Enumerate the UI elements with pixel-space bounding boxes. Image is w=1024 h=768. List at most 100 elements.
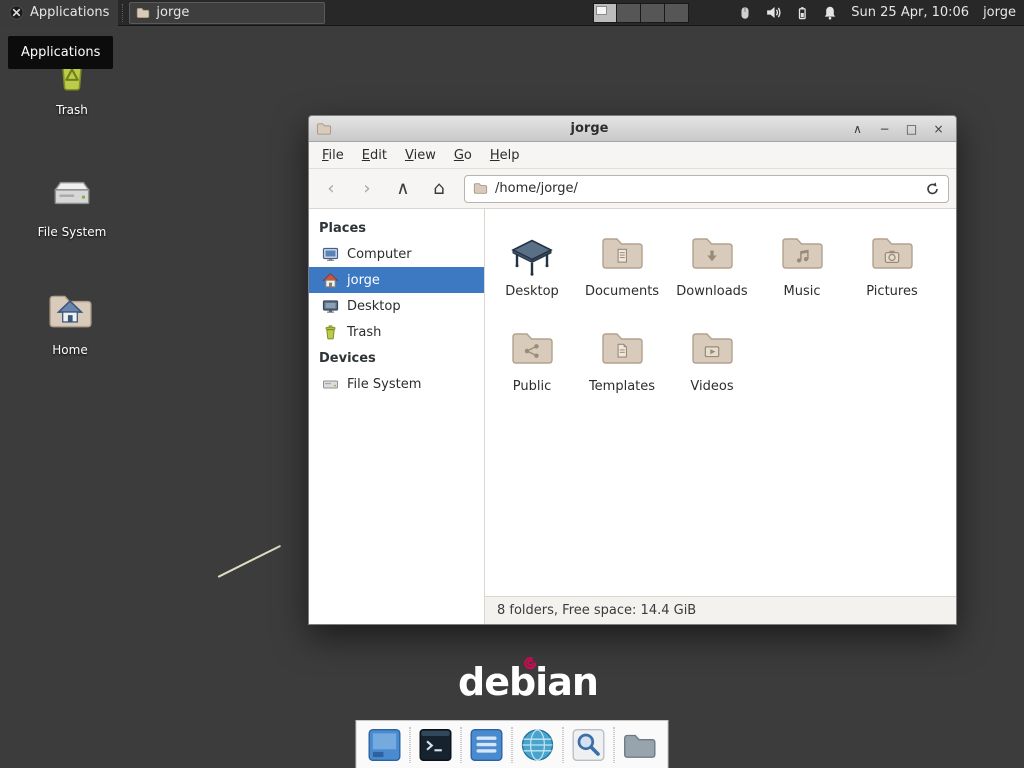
panel-username[interactable]: jorge: [983, 5, 1016, 20]
terminal-icon: [417, 726, 455, 764]
sidebar-item-label: jorge: [347, 273, 380, 288]
applications-menu-label: Applications: [30, 5, 109, 20]
menu-help[interactable]: Help: [481, 143, 529, 168]
volume-icon[interactable]: [765, 4, 782, 21]
desktop-icon-label: Home: [52, 343, 87, 357]
reload-icon[interactable]: [925, 181, 940, 196]
file-item-music[interactable]: Music: [757, 229, 847, 324]
dock-separator: [410, 727, 411, 763]
window-title: jorge: [338, 121, 841, 136]
camera-emblem-icon: [882, 246, 902, 266]
location-bar[interactable]: /home/jorge/: [464, 175, 949, 203]
file-item-pictures[interactable]: Pictures: [847, 229, 937, 324]
file-item-downloads[interactable]: Downloads: [667, 229, 757, 324]
template-emblem-icon: [612, 341, 632, 361]
sidebar-item-label: File System: [347, 377, 421, 392]
window-body: Places Computer jorge Desktop Trash Devi…: [309, 209, 956, 624]
menu-edit[interactable]: Edit: [353, 143, 396, 168]
workspace-window-preview: [596, 6, 607, 15]
menu-file[interactable]: File: [313, 143, 353, 168]
clock[interactable]: Sun 25 Apr, 10:06: [851, 5, 969, 20]
share-emblem-icon: [522, 341, 542, 361]
menu-go[interactable]: Go: [445, 143, 481, 168]
file-label: Desktop: [505, 284, 559, 299]
applications-tooltip: Applications: [8, 36, 113, 69]
desktop-icon-label: Trash: [56, 103, 88, 117]
workspace-2[interactable]: [617, 3, 641, 23]
back-button[interactable]: ‹: [316, 175, 346, 203]
forward-button[interactable]: ›: [352, 175, 382, 203]
file-label: Music: [784, 284, 821, 299]
taskbar-window-title: jorge: [156, 5, 189, 20]
music-note-emblem-icon: [792, 246, 812, 266]
sidebar-item-desktop[interactable]: Desktop: [309, 293, 484, 319]
dock-item-desktop-settings[interactable]: [362, 723, 408, 767]
dock-item-terminal[interactable]: [413, 723, 459, 767]
desktop-icon-filesystem[interactable]: File System: [28, 168, 116, 239]
up-button[interactable]: ∧: [388, 175, 418, 203]
dock-separator: [614, 727, 615, 763]
dock-item-web-browser[interactable]: [515, 723, 561, 767]
titlebar[interactable]: jorge ∧ − □ ×: [309, 116, 956, 142]
app-finder-icon: [570, 726, 608, 764]
sidebar-item-filesystem[interactable]: File System: [309, 371, 484, 397]
user-desktop-icon: [508, 229, 556, 277]
file-item-videos[interactable]: Videos: [667, 324, 757, 419]
panel-separator: [122, 4, 123, 22]
dock-item-settings[interactable]: [464, 723, 510, 767]
sidebar: Places Computer jorge Desktop Trash Devi…: [309, 209, 485, 624]
dock-separator: [512, 727, 513, 763]
bottom-dock: [356, 720, 669, 768]
desktop-icon-home[interactable]: Home: [26, 286, 114, 357]
dock-item-app-finder[interactable]: [566, 723, 612, 767]
location-path[interactable]: /home/jorge/: [495, 181, 918, 196]
file-label: Videos: [690, 379, 733, 394]
workspace-switcher: [593, 3, 689, 23]
file-label: Public: [513, 379, 551, 394]
sidebar-item-computer[interactable]: Computer: [309, 241, 484, 267]
menu-view[interactable]: View: [396, 143, 445, 168]
close-button[interactable]: ×: [928, 118, 949, 139]
download-arrow-emblem-icon: [702, 246, 722, 266]
file-manager-icon: [621, 726, 659, 764]
input-mouse-icon[interactable]: [737, 5, 753, 21]
taskbar-window-button[interactable]: jorge: [129, 2, 325, 24]
applications-menu-button[interactable]: Applications: [0, 0, 118, 26]
file-item-documents[interactable]: Documents: [577, 229, 667, 324]
file-label: Templates: [589, 379, 655, 394]
document-emblem-icon: [612, 246, 632, 266]
computer-icon: [322, 246, 339, 263]
workspace-4[interactable]: [665, 3, 689, 23]
workspace-3[interactable]: [641, 3, 665, 23]
home-folder-icon: [45, 286, 95, 336]
drive-icon: [47, 168, 97, 218]
drive-icon: [322, 376, 339, 393]
window-folder-icon: [316, 121, 332, 137]
battery-icon[interactable]: [794, 5, 810, 21]
workspace-1[interactable]: [593, 3, 617, 23]
sidebar-header-devices: Devices: [309, 345, 484, 371]
sidebar-item-jorge[interactable]: jorge: [309, 267, 484, 293]
stray-line-artifact: [218, 545, 282, 578]
desktop-settings-icon: [366, 726, 404, 764]
file-item-templates[interactable]: Templates: [577, 324, 667, 419]
file-label: Pictures: [866, 284, 917, 299]
app-settings-icon: [468, 726, 506, 764]
file-manager-window: jorge ∧ − □ × File Edit View Go Help ‹ ›…: [308, 115, 957, 625]
notifications-bell-icon[interactable]: [822, 5, 838, 21]
web-browser-icon: [519, 726, 557, 764]
maximize-button[interactable]: □: [901, 118, 922, 139]
shade-button[interactable]: ∧: [847, 118, 868, 139]
applications-menu-icon: [9, 5, 24, 20]
dock-item-file-manager[interactable]: [617, 723, 663, 767]
folder-icon: [473, 181, 488, 196]
home-button[interactable]: ⌂: [424, 175, 454, 203]
dock-separator: [563, 727, 564, 763]
file-label: Documents: [585, 284, 659, 299]
sidebar-item-trash[interactable]: Trash: [309, 319, 484, 345]
top-panel: Applications jorge Sun 25 Apr, 10:06 jor…: [0, 0, 1024, 26]
files-grid: Desktop Documents Downloads Music: [485, 209, 956, 596]
file-item-desktop[interactable]: Desktop: [487, 229, 577, 324]
minimize-button[interactable]: −: [874, 118, 895, 139]
file-item-public[interactable]: Public: [487, 324, 577, 419]
